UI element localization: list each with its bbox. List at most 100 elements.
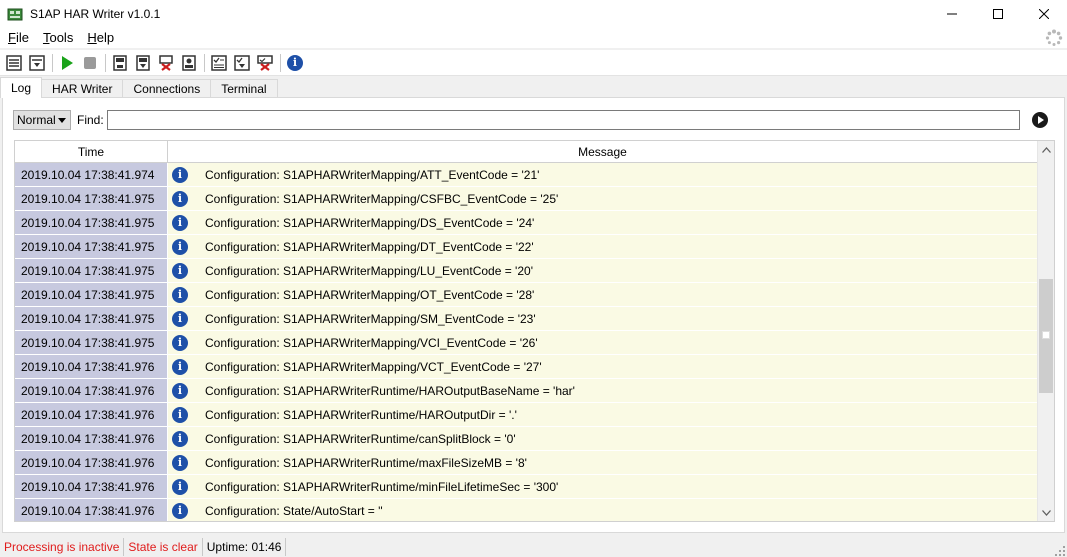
cell-message: Configuration: S1APHARWriterMapping/VCT_…: [192, 355, 1037, 378]
cell-message: Configuration: S1APHARWriterRuntime/canS…: [192, 427, 1037, 450]
table-row[interactable]: 2019.10.04 17:38:41.975 i Configuration: S…: [15, 187, 1037, 211]
table-row[interactable]: 2019.10.04 17:38:41.976 i Configuration: S…: [15, 427, 1037, 451]
cell-level: i: [168, 211, 192, 234]
table-row[interactable]: 2019.10.04 17:38:41.975 i Configuration: S…: [15, 331, 1037, 355]
table-row[interactable]: 2019.10.04 17:38:41.975 i Configuration: S…: [15, 307, 1037, 331]
file-print-icon[interactable]: [179, 53, 199, 73]
cell-time: 2019.10.04 17:38:41.976: [15, 355, 168, 378]
window-controls: [929, 0, 1067, 27]
busy-spinner-icon: [1045, 29, 1063, 47]
cell-message: Configuration: S1APHARWriterMapping/OT_E…: [192, 283, 1037, 306]
list-save-icon[interactable]: [27, 53, 47, 73]
checklist-icon[interactable]: [209, 53, 229, 73]
cell-time: 2019.10.04 17:38:41.976: [15, 379, 168, 402]
table-row[interactable]: 2019.10.04 17:38:41.976 i Configuration: S…: [15, 499, 1037, 521]
grid-rows: 2019.10.04 17:38:41.974 i Configuration: S…: [15, 163, 1037, 521]
file-open-icon[interactable]: [110, 53, 130, 73]
table-row[interactable]: 2019.10.04 17:38:41.975 i Configuration: S…: [15, 283, 1037, 307]
resize-grip-icon[interactable]: [1055, 545, 1065, 556]
column-header-time[interactable]: Time: [15, 141, 168, 162]
processing-status: Processing is inactive: [0, 538, 125, 556]
cell-message: Configuration: S1APHARWriterMapping/DT_E…: [192, 235, 1037, 258]
scroll-down-icon[interactable]: [1038, 504, 1054, 521]
log-level-value: Normal: [17, 113, 56, 127]
cell-level: i: [168, 259, 192, 282]
app-icon: [7, 6, 23, 22]
menu-help[interactable]: Help: [79, 30, 120, 45]
info-icon: i: [172, 406, 188, 423]
cell-level: i: [168, 379, 192, 402]
info-icon: i: [172, 478, 188, 495]
toolbar-separator: [280, 53, 281, 72]
cell-message: Configuration: S1APHARWriterRuntime/HARO…: [192, 379, 1037, 402]
column-header-message[interactable]: Message: [168, 141, 1037, 162]
cell-time: 2019.10.04 17:38:41.975: [15, 331, 168, 354]
info-icon: i: [172, 214, 188, 231]
stop-icon[interactable]: [80, 53, 100, 73]
toolbar-separator: [105, 53, 106, 72]
cell-time: 2019.10.04 17:38:41.976: [15, 451, 168, 474]
cell-time: 2019.10.04 17:38:41.975: [15, 259, 168, 282]
toolbar-separator: [204, 53, 205, 72]
table-row[interactable]: 2019.10.04 17:38:41.975 i Configuration: S…: [15, 235, 1037, 259]
tab-log[interactable]: Log: [0, 77, 43, 98]
table-row[interactable]: 2019.10.04 17:38:41.975 i Configuration: S…: [15, 259, 1037, 283]
chevron-down-icon: [58, 118, 66, 123]
cell-level: i: [168, 307, 192, 330]
cell-message: Configuration: S1APHARWriterMapping/DS_E…: [192, 211, 1037, 234]
scroll-up-icon[interactable]: [1038, 141, 1054, 158]
cell-message: Configuration: S1APHARWriterMapping/ATT_…: [192, 163, 1037, 186]
maximize-button[interactable]: [975, 0, 1021, 27]
cell-level: i: [168, 403, 192, 426]
table-row[interactable]: 2019.10.04 17:38:41.976 i Configuration: S…: [15, 475, 1037, 499]
file-delete-icon[interactable]: [156, 53, 176, 73]
table-row[interactable]: 2019.10.04 17:38:41.974 i Configuration: S…: [15, 163, 1037, 187]
uptime-status: Uptime: 01:46: [203, 538, 287, 556]
info-icon: i: [172, 430, 188, 447]
vertical-scrollbar[interactable]: [1037, 141, 1054, 521]
tab-terminal[interactable]: Terminal: [210, 79, 278, 98]
tab-har-writer[interactable]: HAR Writer: [41, 79, 124, 98]
cell-message: Configuration: S1APHARWriterMapping/LU_E…: [192, 259, 1037, 282]
status-bar: Processing is inactive State is clear Up…: [0, 537, 1067, 557]
table-row[interactable]: 2019.10.04 17:38:41.976 i Configuration: S…: [15, 355, 1037, 379]
list-settings-icon[interactable]: [4, 53, 24, 73]
cell-time: 2019.10.04 17:38:41.975: [15, 283, 168, 306]
info-icon: i: [172, 286, 188, 303]
tab-connections[interactable]: Connections: [122, 79, 212, 98]
cell-time: 2019.10.04 17:38:41.974: [15, 163, 168, 186]
close-button[interactable]: [1021, 0, 1067, 27]
menu-tools[interactable]: Tools: [35, 30, 79, 45]
find-label: Find:: [77, 113, 104, 127]
cell-time: 2019.10.04 17:38:41.976: [15, 499, 168, 521]
cell-level: i: [168, 163, 192, 186]
info-icon[interactable]: i: [285, 53, 305, 73]
log-level-select[interactable]: Normal: [13, 110, 71, 130]
window-title: S1AP HAR Writer v1.0.1: [30, 6, 161, 21]
table-row[interactable]: 2019.10.04 17:38:41.976 i Configuration: S…: [15, 451, 1037, 475]
title-bar: S1AP HAR Writer v1.0.1: [0, 0, 1067, 27]
menu-file[interactable]: File: [0, 30, 35, 45]
start-icon[interactable]: [57, 53, 77, 73]
minimize-button[interactable]: [929, 0, 975, 27]
info-icon: i: [172, 310, 188, 327]
table-row[interactable]: 2019.10.04 17:38:41.976 i Configuration: S…: [15, 403, 1037, 427]
scrollbar-thumb[interactable]: [1039, 279, 1053, 393]
file-save-icon[interactable]: [133, 53, 153, 73]
toolbar-separator: [52, 53, 53, 72]
menu-bar: File Tools Help: [0, 27, 1067, 48]
find-go-icon[interactable]: [1031, 111, 1049, 129]
info-icon: i: [172, 502, 188, 519]
log-panel: Normal Find: Time Message 2019.10.04 17:…: [2, 97, 1065, 533]
info-icon: i: [172, 334, 188, 351]
checklist-delete-icon[interactable]: [255, 53, 275, 73]
table-row[interactable]: 2019.10.04 17:38:41.975 i Configuration: S…: [15, 211, 1037, 235]
checklist-save-icon[interactable]: [232, 53, 252, 73]
cell-level: i: [168, 235, 192, 258]
cell-message: Configuration: State/AutoStart = '': [192, 499, 1037, 521]
table-row[interactable]: 2019.10.04 17:38:41.976 i Configuration: S…: [15, 379, 1037, 403]
cell-message: Configuration: S1APHARWriterMapping/SM_E…: [192, 307, 1037, 330]
info-icon: i: [172, 190, 188, 207]
info-icon: i: [172, 262, 188, 279]
find-input[interactable]: [107, 110, 1020, 130]
